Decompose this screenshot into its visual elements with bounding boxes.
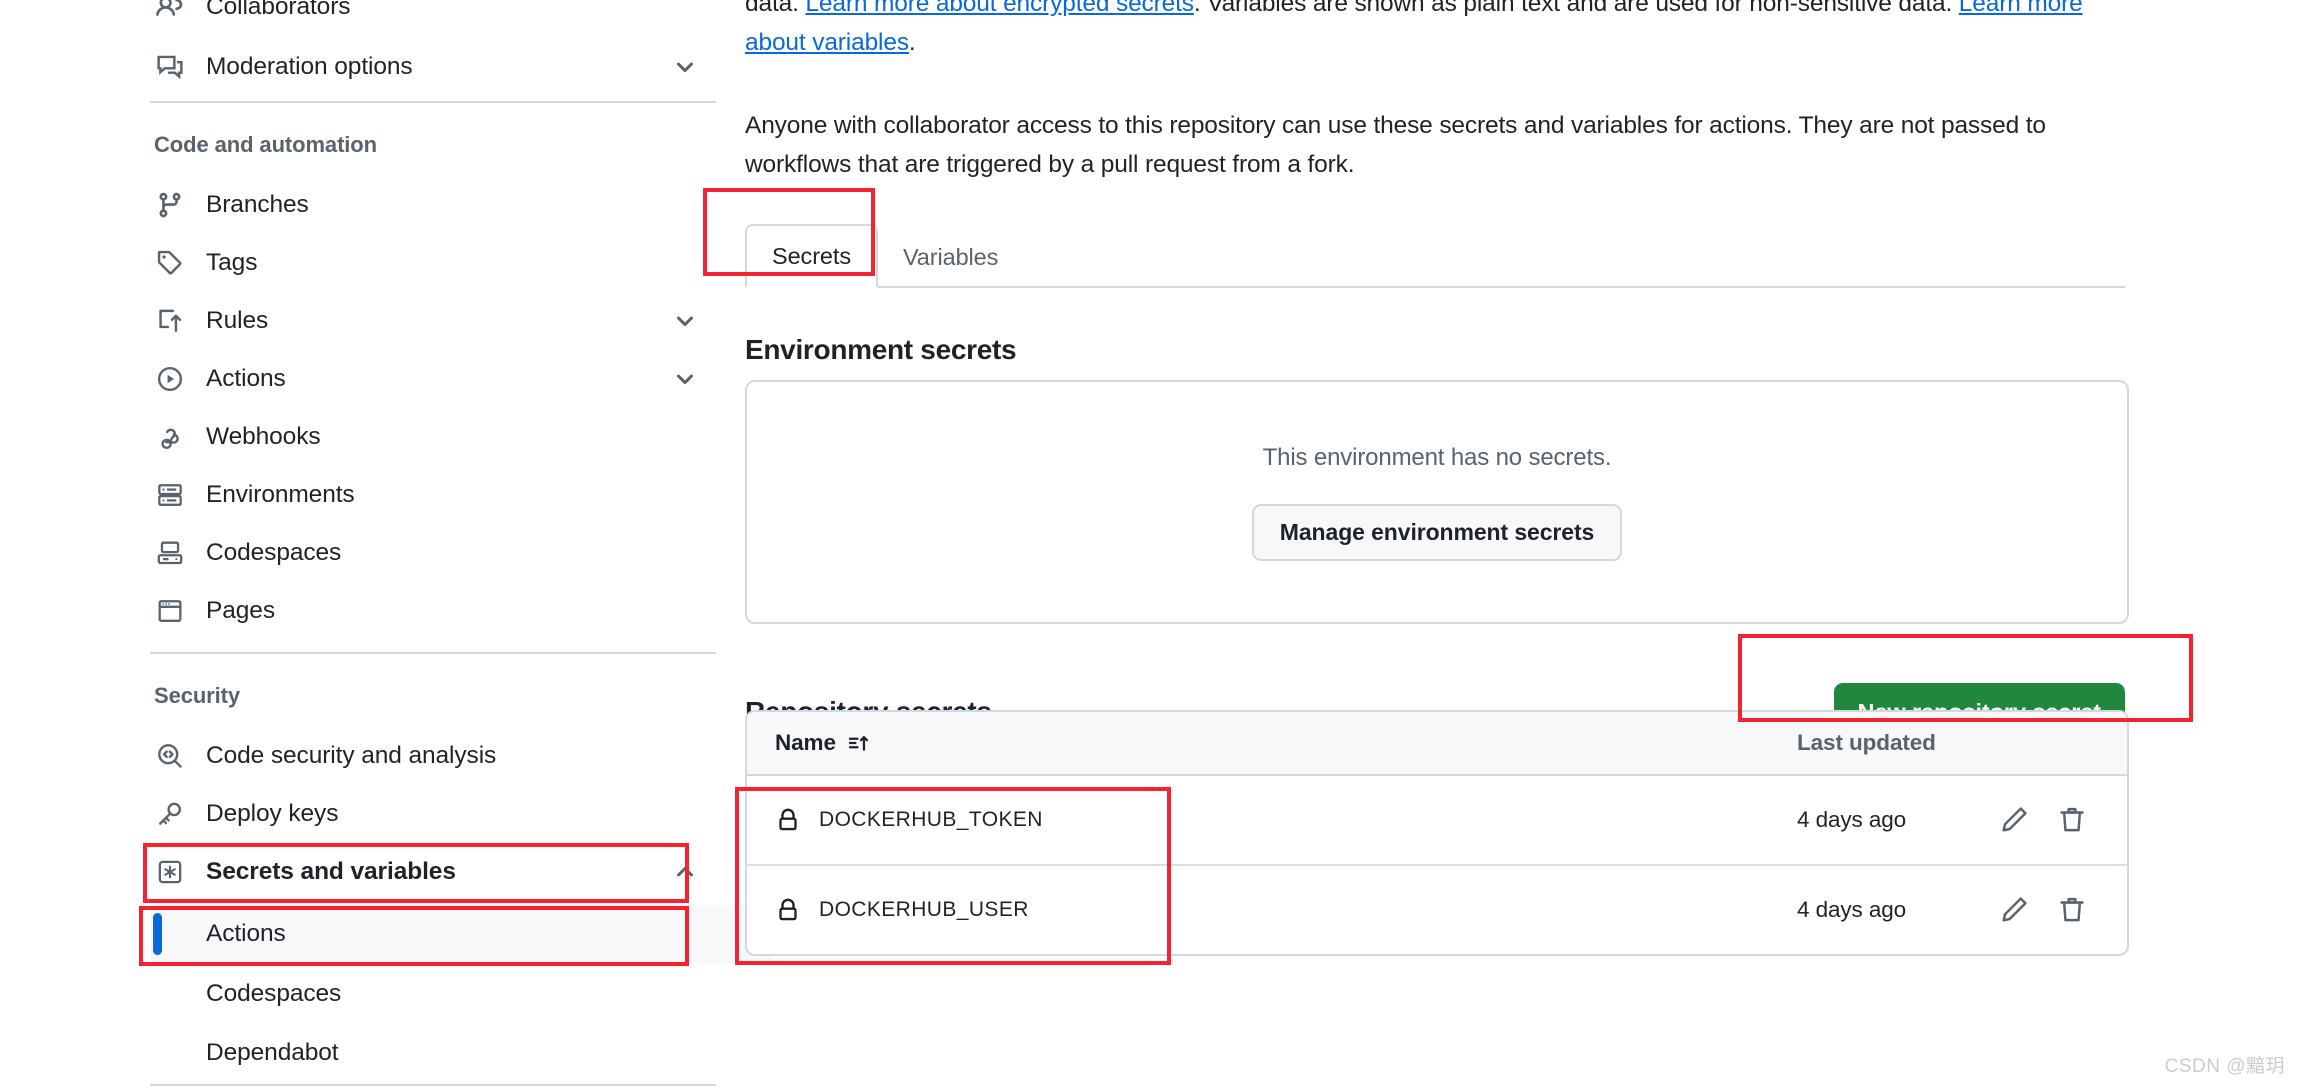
environment-secrets-heading: Environment secrets	[745, 334, 1017, 365]
sidebar-subitem-codespaces[interactable]: Codespaces	[150, 965, 772, 1023]
sidebar-item-label: Secrets and variables	[206, 858, 456, 885]
tab-secrets[interactable]: Secrets	[745, 224, 878, 288]
comment-discussion-icon	[154, 51, 186, 83]
intro-paragraph: data. Learn more about encrypted secrets…	[745, 0, 2125, 62]
secret-row-actions	[1997, 893, 2127, 927]
sidebar-section-security: Security	[154, 683, 241, 708]
sort-asc-icon[interactable]	[847, 731, 871, 755]
sidebar-divider-3	[150, 1084, 716, 1086]
sidebar-item-label: Collaborators	[206, 0, 351, 20]
learn-more-encrypted-secrets-link[interactable]: Learn more about encrypted secrets	[805, 0, 1194, 17]
intro-text-prefix: data.	[745, 0, 806, 17]
sidebar-item-codespaces[interactable]: Codespaces	[150, 524, 720, 582]
trash-icon[interactable]	[2055, 893, 2089, 927]
secret-last-updated: 4 days ago	[1797, 807, 1907, 832]
secret-last-updated: 4 days ago	[1797, 897, 1907, 922]
chevron-down-icon	[672, 308, 698, 334]
table-row[interactable]: DOCKERHUB_USER 4 days ago	[747, 866, 2127, 954]
pencil-icon[interactable]	[1997, 893, 2031, 927]
sidebar-item-pages[interactable]: Pages	[150, 582, 720, 640]
sidebar-subitem-actions[interactable]: Actions	[150, 905, 772, 963]
sidebar-item-code-security-and-analysis[interactable]: Code security and analysis	[150, 727, 720, 785]
sidebar-subitem-dependabot[interactable]: Dependabot	[150, 1024, 772, 1082]
webhook-icon	[154, 421, 186, 453]
column-header-name-label: Name	[775, 730, 836, 755]
sidebar-item-label: Code security and analysis	[206, 742, 497, 769]
sidebar-section-code-automation: Code and automation	[154, 132, 377, 157]
secret-name-cell: DOCKERHUB_TOKEN	[747, 807, 1797, 833]
environment-secrets-empty-box: This environment has no secrets. Manage …	[745, 380, 2129, 624]
sidebar-item-label: Branches	[206, 191, 309, 218]
sidebar-item-tags[interactable]: Tags	[150, 234, 720, 292]
codespaces-icon	[154, 537, 186, 569]
sidebar-subitem-label: Actions	[206, 920, 286, 947]
sidebar-item-label: Deploy keys	[206, 800, 339, 827]
tab-label: Variables	[902, 243, 999, 270]
chevron-up-icon	[672, 859, 698, 885]
sidebar-item-collaborators[interactable]: Collaborators	[150, 0, 720, 36]
repository-secrets-table: Name Last updated DOCKERHUB_TOKEN 4 days…	[745, 710, 2129, 956]
sidebar-item-label: Codespaces	[206, 539, 342, 566]
tag-icon	[154, 247, 186, 279]
sidebar-item-label: Tags	[206, 249, 258, 276]
code-search-icon	[154, 740, 186, 772]
server-icon	[154, 479, 186, 511]
environment-secrets-empty-message: This environment has no secrets.	[1262, 443, 1612, 471]
intro-paragraph-2: Anyone with collaborator access to this …	[745, 112, 2046, 178]
sidebar-subitem-label: Dependabot	[206, 1039, 339, 1066]
intro-text-middle: . Variables are shown as plain text and …	[1193, 0, 1959, 17]
lock-icon	[775, 807, 801, 833]
sidebar-item-rules[interactable]: Rules	[150, 292, 720, 350]
sidebar-item-label: Moderation options	[206, 53, 413, 80]
tab-variables[interactable]: Variables	[878, 228, 1023, 286]
pencil-icon[interactable]	[1997, 803, 2031, 837]
sidebar-item-secrets-and-variables[interactable]: Secrets and variables	[150, 843, 720, 901]
key-icon	[154, 798, 186, 830]
sidebar-item-branches[interactable]: Branches	[150, 176, 720, 234]
people-icon	[154, 0, 186, 23]
sidebar-divider-2	[150, 652, 716, 654]
sidebar-item-actions[interactable]: Actions	[150, 350, 720, 408]
chevron-down-icon	[672, 54, 698, 80]
sidebar-item-deploy-keys[interactable]: Deploy keys	[150, 785, 720, 843]
lock-icon	[775, 897, 801, 923]
column-header-last-updated: Last updated	[1797, 730, 1936, 755]
sidebar-item-label: Actions	[206, 365, 286, 392]
trash-icon[interactable]	[2055, 803, 2089, 837]
sidebar-divider-1	[150, 101, 716, 103]
chevron-down-icon	[672, 366, 698, 392]
settings-sidebar: Collaborators Moderation options Code an…	[150, 0, 772, 1092]
manage-environment-secrets-button[interactable]: Manage environment secrets	[1251, 503, 1623, 561]
secret-name-label: DOCKERHUB_TOKEN	[819, 808, 1043, 831]
rules-icon	[154, 305, 186, 337]
table-row[interactable]: DOCKERHUB_TOKEN 4 days ago	[747, 776, 2127, 866]
column-header-name[interactable]: Name	[747, 730, 1797, 756]
asterisk-box-icon	[154, 856, 186, 888]
secret-name-cell: DOCKERHUB_USER	[747, 897, 1797, 923]
sidebar-item-label: Environments	[206, 481, 355, 508]
tab-label: Secrets	[772, 242, 851, 269]
sidebar-item-label: Rules	[206, 307, 269, 334]
sidebar-item-webhooks[interactable]: Webhooks	[150, 408, 720, 466]
secrets-variables-tabnav: Secrets Variables	[745, 224, 2125, 288]
intro-text-suffix: .	[908, 29, 916, 56]
sidebar-subitem-label: Codespaces	[206, 980, 342, 1007]
git-branch-icon	[154, 189, 186, 221]
secret-name-label: DOCKERHUB_USER	[819, 898, 1029, 921]
play-circle-icon	[154, 363, 186, 395]
watermark: CSDN @黯玥	[2164, 1056, 2285, 1077]
table-header-row: Name Last updated	[747, 712, 2127, 776]
secret-row-actions	[1997, 803, 2127, 837]
sidebar-item-moderation-options[interactable]: Moderation options	[150, 38, 720, 96]
browser-icon	[154, 595, 186, 627]
sidebar-item-label: Webhooks	[206, 423, 321, 450]
sidebar-item-environments[interactable]: Environments	[150, 466, 720, 524]
sidebar-item-label: Pages	[206, 597, 275, 624]
